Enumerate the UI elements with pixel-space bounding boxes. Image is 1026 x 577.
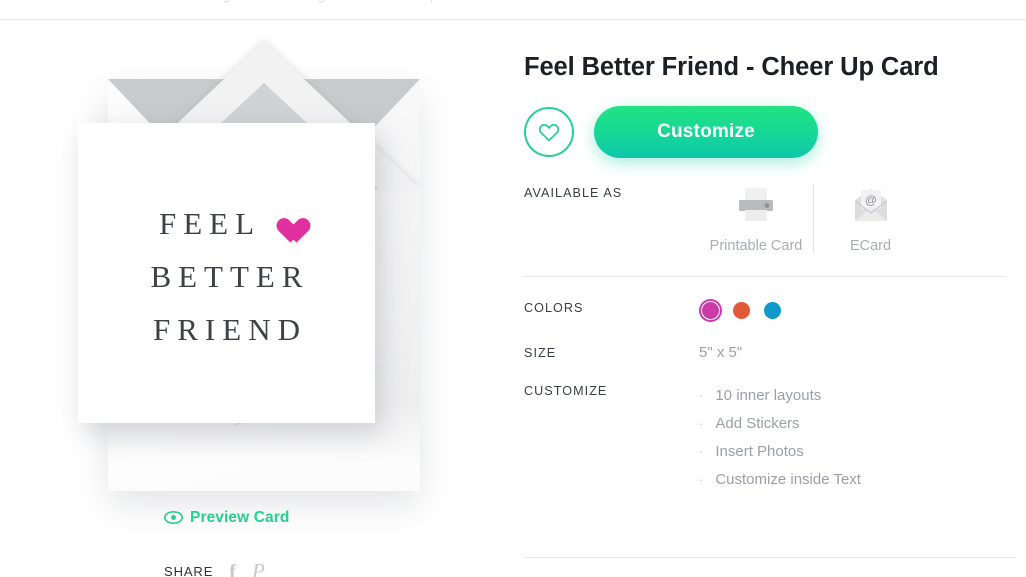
svg-text:@: @ [864,193,876,207]
available-option-ecard[interactable]: @ ECard [813,184,927,255]
list-item: · 10 inner layouts [699,382,861,410]
facebook-icon[interactable]: f [229,562,236,577]
list-item: · Insert Photos [699,438,861,466]
available-option-ecard-label: ECard [849,238,892,255]
preview-card-button[interactable]: Preview Card [164,508,289,527]
customize-button[interactable]: Customize [594,106,818,159]
top-navigation-bar: Design Categories Shop [0,0,1026,20]
available-as-block: AVAILABLE AS Printable Card @ ECard [524,158,1016,276]
list-item: · Add Stickers [699,410,861,438]
product-image-pane: FEEL BETTER FRIEND Preview Card SHARE f … [0,21,500,577]
bullet-icon: · [699,388,704,404]
heart-outline-icon [538,124,560,142]
card-art-line-1: FEEL [158,205,262,241]
customize-feature-0: 10 inner layouts [715,387,822,405]
printer-icon [734,184,778,226]
page-title: Feel Better Friend - Cheer Up Card [524,53,939,81]
color-swatches [699,299,784,323]
bullet-icon: · [699,472,704,488]
customize-feature-2: Insert Photos [715,443,804,461]
customize-feature-3: Customize inside Text [715,471,861,489]
available-as-label: AVAILABLE AS [524,186,623,201]
nav-item-categories[interactable]: Categories [290,0,355,3]
customize-feature-list: · 10 inner layouts · Add Stickers · Inse… [699,382,861,494]
divider-bottom [524,557,1016,558]
list-item: · Customize inside Text [699,466,861,494]
size-label: SIZE [524,346,557,361]
color-swatch-blue-wrapper[interactable] [761,299,784,322]
share-row: SHARE f P [164,561,265,577]
color-swatch-orange-wrapper[interactable] [730,299,753,322]
favorite-button[interactable] [524,107,574,158]
heart-icon [271,208,301,234]
bullet-icon: · [699,444,704,460]
email-envelope-icon: @ [849,184,893,226]
card-art-line-2: BETTER [150,258,310,294]
customize-feature-1: Add Stickers [715,415,800,433]
pinterest-icon[interactable]: P [252,561,265,577]
nav-item-shop[interactable]: Shop [407,0,438,3]
product-details-pane: Feel Better Friend - Cheer Up Card Custo… [500,21,1026,577]
preview-card-label: Preview Card [190,508,290,526]
primary-actions: Customize [524,106,1016,159]
customize-row: CUSTOMIZE · 10 inner layouts · Add Stick… [524,361,1016,494]
card-artwork: FEEL BETTER FRIEND [78,123,375,423]
size-value: 5" x 5" [699,344,743,362]
available-as-options: Printable Card @ ECard [699,184,927,255]
share-label: SHARE [164,564,214,577]
bullet-icon: · [699,416,704,432]
color-swatch-magenta[interactable] [702,302,719,320]
card-art-line-3: FRIEND [153,311,307,347]
eye-icon [164,511,183,524]
envelope-illustration: FEEL BETTER FRIEND [0,21,500,496]
nav-item-design[interactable]: Design [196,0,238,3]
color-swatch-orange[interactable] [733,302,750,320]
color-swatch-magenta-wrapper[interactable] [699,299,722,323]
colors-row: COLORS [524,277,1016,323]
size-row: SIZE 5" x 5" [524,322,1016,361]
customize-label: CUSTOMIZE [524,384,608,399]
greeting-card-image[interactable]: FEEL BETTER FRIEND [78,123,375,423]
available-option-printable-card[interactable]: Printable Card [699,184,813,254]
product-detail-page: Design Categories Shop FEEL BETTER [0,0,1026,577]
color-swatch-blue[interactable] [764,302,781,320]
available-option-printable-card-label: Printable Card [709,238,803,255]
card-art-line-1-row: FEEL [152,208,301,239]
colors-label: COLORS [524,301,584,316]
